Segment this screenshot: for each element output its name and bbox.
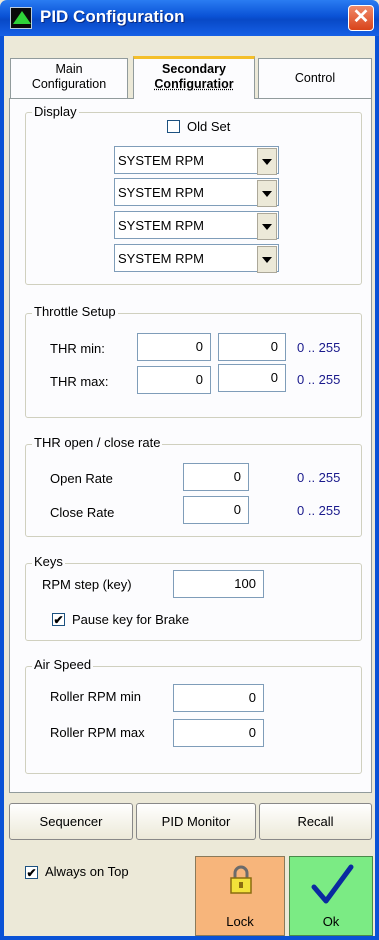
- always-on-top-checkbox[interactable]: ✔: [25, 866, 38, 879]
- roller-max-field[interactable]: 0: [173, 719, 264, 747]
- lock-icon: [230, 865, 252, 894]
- thr-min-range: 0 .. 255: [297, 340, 341, 355]
- close-rate-label: Close Rate: [50, 505, 115, 520]
- tab-label-line2: Configuratior: [154, 77, 234, 91]
- thr-max-range: 0 .. 255: [297, 372, 341, 387]
- tab-secondary-configuration[interactable]: Secondary Configuratior: [133, 56, 255, 99]
- thr-max-field-1[interactable]: 0: [137, 366, 211, 394]
- display-select-1[interactable]: SYSTEM RPM: [114, 146, 279, 175]
- thr-min-label: THR min:: [50, 341, 105, 356]
- pause-brake-checkbox[interactable]: ✔: [52, 613, 65, 626]
- display-legend: Display: [32, 104, 79, 119]
- ok-label: Ok: [322, 914, 340, 929]
- old-set-checkbox[interactable]: [167, 120, 180, 133]
- thr-max-field-2[interactable]: 0: [218, 364, 286, 392]
- display-select-4[interactable]: SYSTEM RPM: [114, 244, 279, 273]
- close-button[interactable]: ✕: [348, 5, 374, 31]
- tab-main-configuration[interactable]: Main Configuration: [10, 58, 128, 98]
- roller-max-label: Roller RPM max: [50, 725, 145, 740]
- display-select-value: SYSTEM RPM: [118, 153, 204, 168]
- display-select-value: SYSTEM RPM: [118, 218, 204, 233]
- rpm-step-field[interactable]: 100: [173, 570, 264, 598]
- chevron-down-icon[interactable]: [257, 213, 277, 240]
- rate-legend: THR open / close rate: [32, 435, 163, 450]
- tab-label-line1: Secondary: [162, 62, 226, 76]
- rpm-step-label: RPM step (key): [42, 577, 132, 592]
- open-rate-range: 0 .. 255: [297, 470, 341, 485]
- thr-min-field-1[interactable]: 0: [137, 333, 211, 361]
- tab-control[interactable]: Control: [258, 58, 372, 98]
- always-on-top-label: Always on Top: [45, 864, 129, 879]
- pause-brake-label: Pause key for Brake: [72, 612, 190, 627]
- window-frame-left: [0, 36, 4, 940]
- title-bar[interactable]: PID Configuration ✕: [0, 0, 379, 36]
- ok-button[interactable]: Ok: [289, 856, 373, 936]
- display-select-value: SYSTEM RPM: [118, 185, 204, 200]
- window-frame-bottom: [0, 936, 379, 940]
- chevron-down-icon[interactable]: [257, 246, 277, 273]
- tab-label-line1: Main: [55, 62, 83, 76]
- thr-min-field-2[interactable]: 0: [218, 333, 286, 361]
- sequencer-button[interactable]: Sequencer: [9, 803, 133, 840]
- open-rate-label: Open Rate: [50, 471, 113, 486]
- chevron-down-icon[interactable]: [257, 148, 277, 175]
- lock-button[interactable]: Lock: [195, 856, 285, 936]
- display-select-3[interactable]: SYSTEM RPM: [114, 211, 279, 240]
- old-set-label: Old Set: [187, 119, 231, 134]
- tab-label-line2: Configuration: [31, 77, 107, 91]
- roller-min-label: Roller RPM min: [50, 689, 142, 704]
- thr-max-label: THR max:: [50, 374, 109, 389]
- pid-monitor-button[interactable]: PID Monitor: [136, 803, 256, 840]
- open-rate-field[interactable]: 0: [183, 463, 249, 491]
- roller-min-field[interactable]: 0: [173, 684, 264, 712]
- app-icon: [10, 7, 32, 29]
- throttle-legend: Throttle Setup: [32, 304, 118, 319]
- air-speed-legend: Air Speed: [32, 657, 94, 672]
- window-frame-right: [375, 36, 379, 940]
- tab-label: Control: [294, 71, 336, 85]
- chevron-down-icon[interactable]: [257, 180, 277, 207]
- lock-label: Lock: [226, 914, 254, 929]
- keys-legend: Keys: [32, 554, 65, 569]
- display-select-value: SYSTEM RPM: [118, 251, 204, 266]
- display-select-2[interactable]: SYSTEM RPM: [114, 178, 279, 207]
- recall-button[interactable]: Recall: [259, 803, 372, 840]
- window-title: PID Configuration: [40, 7, 185, 26]
- close-rate-field[interactable]: 0: [183, 496, 249, 524]
- close-rate-range: 0 .. 255: [297, 503, 341, 518]
- checkmark-icon: [311, 864, 354, 904]
